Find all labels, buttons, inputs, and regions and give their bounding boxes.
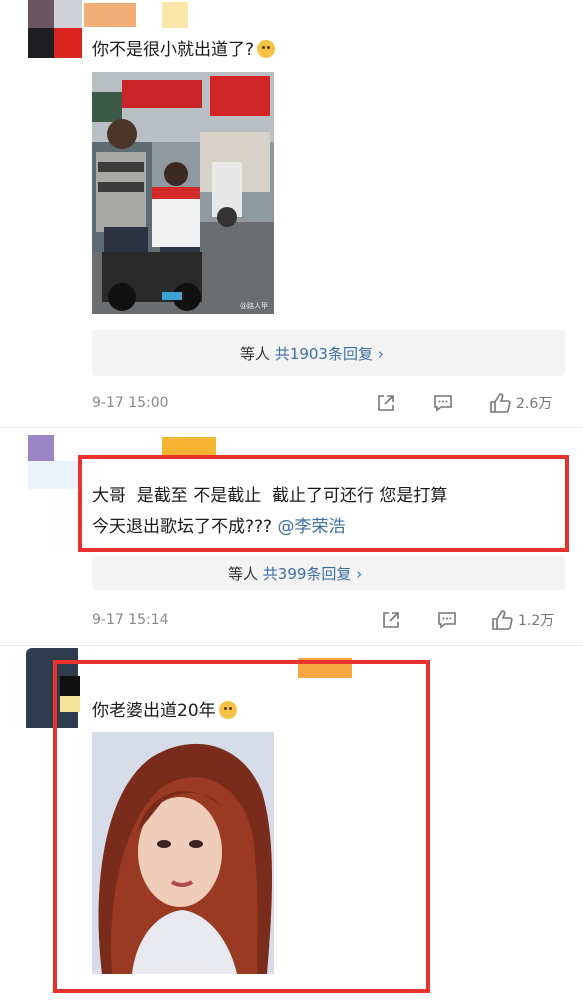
- comment-time: 9-17 15:14: [92, 612, 169, 628]
- view-replies-link[interactable]: 共1903条回复 ›: [275, 345, 384, 363]
- doge-emoji-icon: [257, 40, 276, 58]
- reply-prefix: 等人: [240, 345, 271, 363]
- like-button[interactable]: 1.2万: [490, 609, 554, 631]
- reply-summary[interactable]: 等人 共1903条回复 ›: [92, 330, 565, 376]
- comment-text-line-2: 今天退出歌坛了不成??? @李荣浩: [92, 517, 346, 537]
- street-scene-photo: [92, 72, 274, 314]
- photo-watermark: @路人甲: [240, 302, 268, 310]
- avatar-badge-accent: [60, 696, 80, 712]
- thumbs-up-icon: [490, 393, 511, 413]
- avatar-shadow: [28, 461, 78, 489]
- share-icon: [383, 612, 399, 628]
- share-icon: [378, 395, 394, 411]
- view-replies-link[interactable]: 共399条回复 ›: [263, 565, 362, 583]
- badge-redacted: [162, 2, 188, 28]
- username-redacted: [84, 3, 136, 27]
- portrait-photo: [92, 732, 274, 974]
- photo-watermark: @微博用户: [162, 961, 197, 969]
- avatar[interactable]: [28, 435, 54, 461]
- thumbs-up-icon: [492, 610, 513, 630]
- comment-photo[interactable]: @路人甲: [92, 72, 274, 314]
- reply-summary[interactable]: 等人 共399条回复 ›: [92, 556, 565, 590]
- share-button[interactable]: [375, 392, 397, 414]
- comment-button[interactable]: [436, 609, 458, 631]
- like-count: 1.2万: [518, 613, 555, 629]
- divider: [0, 645, 583, 646]
- comment-text: 你老婆出道20年: [92, 696, 237, 721]
- comment-text-line-1: 大哥 是截至 不是截止 截止了可还行 您是打算: [92, 486, 448, 506]
- comment-icon: [438, 612, 456, 629]
- comment-button[interactable]: [432, 392, 454, 414]
- comment-text: 你不是很小就出道了?: [92, 35, 276, 60]
- divider: [0, 427, 583, 428]
- like-button[interactable]: 2.6万: [488, 392, 552, 414]
- doge-emoji-icon: [218, 701, 237, 719]
- avatar-badge: [60, 676, 80, 696]
- mention-link[interactable]: @李荣浩: [277, 517, 345, 537]
- share-button[interactable]: [380, 609, 402, 631]
- comment-icon: [434, 395, 452, 412]
- comment-time: 9-17 15:00: [92, 395, 169, 411]
- avatar[interactable]: [28, 0, 82, 58]
- reply-prefix: 等人: [228, 565, 259, 583]
- like-count: 2.6万: [516, 396, 553, 412]
- comment-photo[interactable]: @微博用户: [92, 732, 274, 974]
